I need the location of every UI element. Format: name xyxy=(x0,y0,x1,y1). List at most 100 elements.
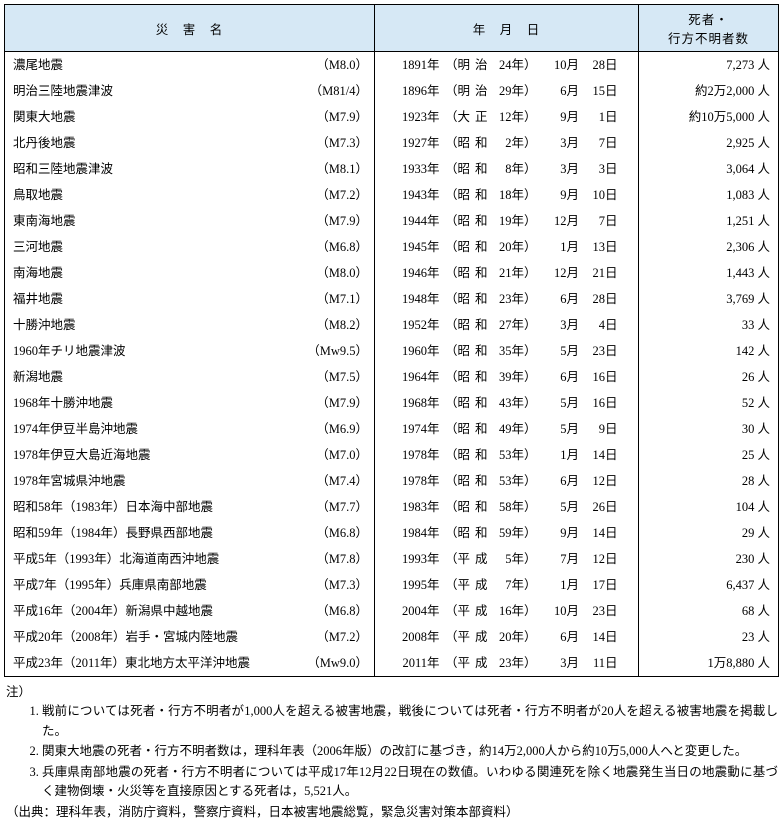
table-row-date: 1943年（昭和18年）9月10日 xyxy=(375,182,638,208)
header-date: 年 月 日 xyxy=(375,5,639,52)
table-row-deaths: 6,437 人 xyxy=(639,572,778,598)
disaster-name: 関東大地震 xyxy=(13,107,76,127)
note-item: 兵庫県南部地震の死者・行方不明者については平成17年12月22日現在の数値。いわ… xyxy=(42,763,778,802)
table-row-deaths: 1,443 人 xyxy=(639,260,778,286)
disaster-name: 1968年十勝沖地震 xyxy=(13,393,113,413)
note-item: 戦前については死者・行方不明者が1,000人を超える被害地震，戦後については死者… xyxy=(42,702,778,741)
table-row-name: 鳥取地震 （M7.2） xyxy=(5,182,374,208)
table-row-date: 1968年（昭和43年）5月16日 xyxy=(375,390,638,416)
table-row-name: 1968年十勝沖地震（M7.9） xyxy=(5,390,374,416)
table-row-deaths: 1,083 人 xyxy=(639,182,778,208)
deaths-column: 7,273 人約2万2,000 人約10万5,000 人2,925 人3,064… xyxy=(639,52,779,677)
disaster-name: 昭和58年（1983年）日本海中部地震 xyxy=(13,497,213,517)
table-row-date: 2011年（平成23年）3月11日 xyxy=(375,650,638,676)
table-row-name: 新潟地震（M7.5） xyxy=(5,364,374,390)
disaster-name: 1978年伊豆大島近海地震 xyxy=(13,445,151,465)
table-row-date: 1896年（明治29年）6月15日 xyxy=(375,78,638,104)
disaster-name: 平成5年（1993年）北海道南西沖地震 xyxy=(13,549,219,569)
table-row-deaths: 28 人 xyxy=(639,468,778,494)
table-row-deaths: 52 人 xyxy=(639,390,778,416)
table-row-deaths: 26 人 xyxy=(639,364,778,390)
table-row-name: 平成23年（2011年）東北地方太平洋沖地震（Mw9.0） xyxy=(5,650,374,676)
table-row-date: 1891年（明治24年）10月28日 xyxy=(375,52,638,78)
magnitude: （M6.8） xyxy=(316,523,368,543)
table-row-date: 1944年（昭和19年）12月7日 xyxy=(375,208,638,234)
table-row-name: 南海地震（M8.0） xyxy=(5,260,374,286)
magnitude: （M7.9） xyxy=(316,107,368,127)
disaster-name: 1974年伊豆半島沖地震 xyxy=(13,419,138,439)
disaster-name: 南海地震 xyxy=(13,263,63,283)
table-row-name: 北丹後地震（M7.3） xyxy=(5,130,374,156)
disaster-name: 平成16年（2004年）新潟県中越地震 xyxy=(13,601,213,621)
table-row-date: 1948年（昭和23年）6月28日 xyxy=(375,286,638,312)
magnitude: （M7.7） xyxy=(316,497,368,517)
table-row-name: 明治三陸地震津波 （M81/4） xyxy=(5,78,374,104)
table-row-deaths: 230 人 xyxy=(639,546,778,572)
disaster-name: 十勝沖地震 xyxy=(13,315,76,335)
header-deaths: 死者・ 行方不明者数 xyxy=(639,5,779,52)
date-column: 1891年（明治24年）10月28日1896年（明治29年）6月15日1923年… xyxy=(375,52,639,677)
table-row-name: 昭和三陸地震津波（M8.1） xyxy=(5,156,374,182)
table-row-deaths: 1万8,880 人 xyxy=(639,650,778,676)
table-row-deaths: 3,769 人 xyxy=(639,286,778,312)
disaster-name: 平成23年（2011年）東北地方太平洋沖地震 xyxy=(13,653,250,673)
table-row-name: 関東大地震 （M7.9） xyxy=(5,104,374,130)
magnitude: （M7.2） xyxy=(316,627,368,647)
disaster-name: 福井地震 xyxy=(13,289,63,309)
magnitude: （M7.0） xyxy=(316,445,368,465)
magnitude: （M8.2） xyxy=(316,315,368,335)
table-row-deaths: 2,925 人 xyxy=(639,130,778,156)
magnitude: （M8.1） xyxy=(316,159,368,179)
disaster-name: 昭和59年（1984年）長野県西部地震 xyxy=(13,523,213,543)
name-column: 濃尾地震（M8.0） 明治三陸地震津波 （M81/4） 関東大地震 （M7.9） 北丹後地… xyxy=(5,52,375,677)
table-row-date: 2008年（平成20年）6月14日 xyxy=(375,624,638,650)
notes-list: 戦前については死者・行方不明者が1,000人を超える被害地震，戦後については死者… xyxy=(4,702,778,801)
table-row-date: 1960年（昭和35年）5月23日 xyxy=(375,338,638,364)
magnitude: （M7.9） xyxy=(316,211,368,231)
disaster-name: 1960年チリ地震津波 xyxy=(13,341,126,361)
notes-label: 注） xyxy=(6,683,778,702)
disasters-table: 災 害 名 年 月 日 死者・ 行方不明者数 濃尾地震（M8.0）明治三陸地震津… xyxy=(4,4,779,677)
table-row-name: 1960年チリ地震津波 （Mw9.5） xyxy=(5,338,374,364)
magnitude: （M7.1） xyxy=(316,289,368,309)
magnitude: （M7.2） xyxy=(316,185,368,205)
magnitude: （M7.3） xyxy=(316,575,368,595)
table-row-deaths: 25 人 xyxy=(639,442,778,468)
table-row-deaths: 29 人 xyxy=(639,520,778,546)
table-row-date: 1995年（平成7年）1月17日 xyxy=(375,572,638,598)
table-row-date: 1952年（昭和27年）3月4日 xyxy=(375,312,638,338)
table-row-date: 1978年（昭和53年）6月12日 xyxy=(375,468,638,494)
table-row-name: 東南海地震（M7.9） xyxy=(5,208,374,234)
magnitude: （M8.0） xyxy=(316,55,368,75)
table-row-deaths: 68 人 xyxy=(639,598,778,624)
table-row-date: 1993年（平成5年）7月12日 xyxy=(375,546,638,572)
table-row-date: 1978年（昭和53年）1月14日 xyxy=(375,442,638,468)
table-row-name: 三河地震（M6.8） xyxy=(5,234,374,260)
disaster-name: 三河地震 xyxy=(13,237,63,257)
disaster-name: 平成20年（2008年）岩手・宮城内陸地震 xyxy=(13,627,238,647)
disaster-name: 鳥取地震 xyxy=(13,185,63,205)
table-row-name: 濃尾地震（M8.0） xyxy=(5,52,374,78)
note-item: 関東大地震の死者・行方不明者数は，理科年表（2006年版）の改訂に基づき，約14… xyxy=(42,742,778,761)
table-row-date: 2004年（平成16年）10月23日 xyxy=(375,598,638,624)
table-row-date: 1974年（昭和49年）5月9日 xyxy=(375,416,638,442)
notes-section: 注） 戦前については死者・行方不明者が1,000人を超える被害地震，戦後について… xyxy=(4,683,778,823)
magnitude: （M7.8） xyxy=(316,549,368,569)
disaster-name: 北丹後地震 xyxy=(13,133,76,153)
table-row-deaths: 104 人 xyxy=(639,494,778,520)
table-row-date: 1945年（昭和20年）1月13日 xyxy=(375,234,638,260)
table-row-name: 平成7年（1995年）兵庫県南部地震 （M7.3） xyxy=(5,572,374,598)
magnitude: （M6.9） xyxy=(316,419,368,439)
magnitude: （Mw9.5） xyxy=(307,341,368,361)
table-row-deaths: 33 人 xyxy=(639,312,778,338)
disaster-name: 明治三陸地震津波 xyxy=(13,81,113,101)
magnitude: （M7.5） xyxy=(316,367,368,387)
disaster-name: 平成7年（1995年）兵庫県南部地震 xyxy=(13,575,207,595)
magnitude: （M81/4） xyxy=(310,81,368,101)
table-row-date: 1923年（大正12年）9月1日 xyxy=(375,104,638,130)
table-row-deaths: 1,251 人 xyxy=(639,208,778,234)
table-row-deaths: 2,306 人 xyxy=(639,234,778,260)
table-row-name: 1978年宮城県沖地震（M7.4） xyxy=(5,468,374,494)
table-row-deaths: 約10万5,000 人 xyxy=(639,104,778,130)
magnitude: （M6.8） xyxy=(316,601,368,621)
